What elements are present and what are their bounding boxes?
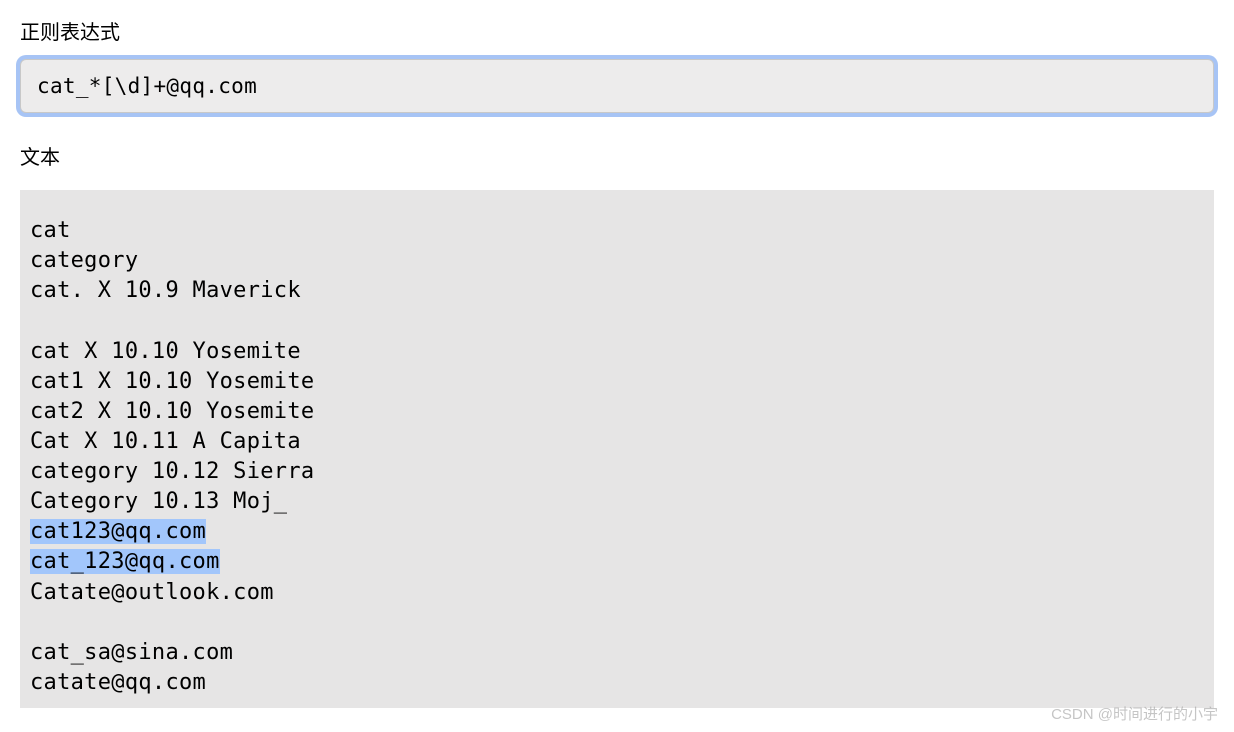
regex-input[interactable]	[20, 59, 1214, 113]
text-area[interactable]: cat category cat. X 10.9 Maverick cat X …	[20, 190, 1214, 708]
regex-label: 正则表达式	[20, 16, 1214, 45]
highlighted-match: cat123@qq.com	[30, 519, 206, 544]
highlighted-match: cat_123@qq.com	[30, 549, 220, 574]
text-label: 文本	[20, 141, 1214, 170]
